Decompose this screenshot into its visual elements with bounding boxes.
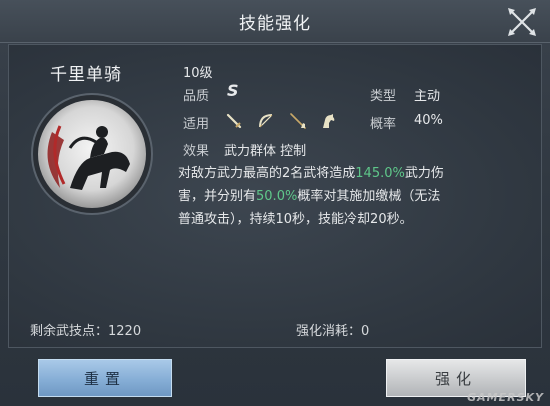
- skill-description: 对敌方武力最高的2名武将造成145.0%武力伤害，并分别有50.0%概率对其施加…: [178, 162, 448, 231]
- applicable-label: 适用: [183, 117, 210, 132]
- close-icon[interactable]: [504, 4, 540, 40]
- page-title: 技能强化: [239, 14, 311, 34]
- quality-label: 品质: [183, 89, 210, 104]
- reset-button[interactable]: 重置: [38, 359, 172, 397]
- desc-part-1: 对敌方武力最高的2名武将造成: [178, 166, 356, 181]
- skill-portrait: [31, 93, 153, 215]
- skill-name: 千里单骑: [50, 65, 122, 85]
- skill-upgrade-panel: 技能强化 千里单骑 10级 品质 S 类型 主动 适用 概率 40% 效果 武力…: [0, 0, 550, 406]
- skill-level: 10级: [183, 66, 213, 81]
- chance-label: 概率: [370, 117, 397, 132]
- chance-value: 40%: [414, 113, 443, 128]
- watermark: GAMERSKY: [467, 391, 544, 404]
- type-value: 主动: [414, 89, 441, 104]
- effect-value: 武力群体 控制: [224, 144, 307, 159]
- desc-highlight-damage: 145.0%: [355, 166, 405, 181]
- bow-icon: [259, 114, 273, 128]
- upgrade-cost: 强化消耗：0: [296, 324, 370, 339]
- title-bar: 技能强化: [0, 0, 550, 43]
- spear-icon: [290, 113, 306, 129]
- quality-grade: S: [227, 81, 239, 100]
- effect-label: 效果: [183, 144, 210, 159]
- remaining-points: 剩余武技点：1220: [30, 324, 142, 339]
- sword-icon: [226, 113, 242, 129]
- type-label: 类型: [370, 89, 397, 104]
- horse-icon: [323, 114, 335, 128]
- desc-highlight-chance: 50.0%: [256, 189, 298, 204]
